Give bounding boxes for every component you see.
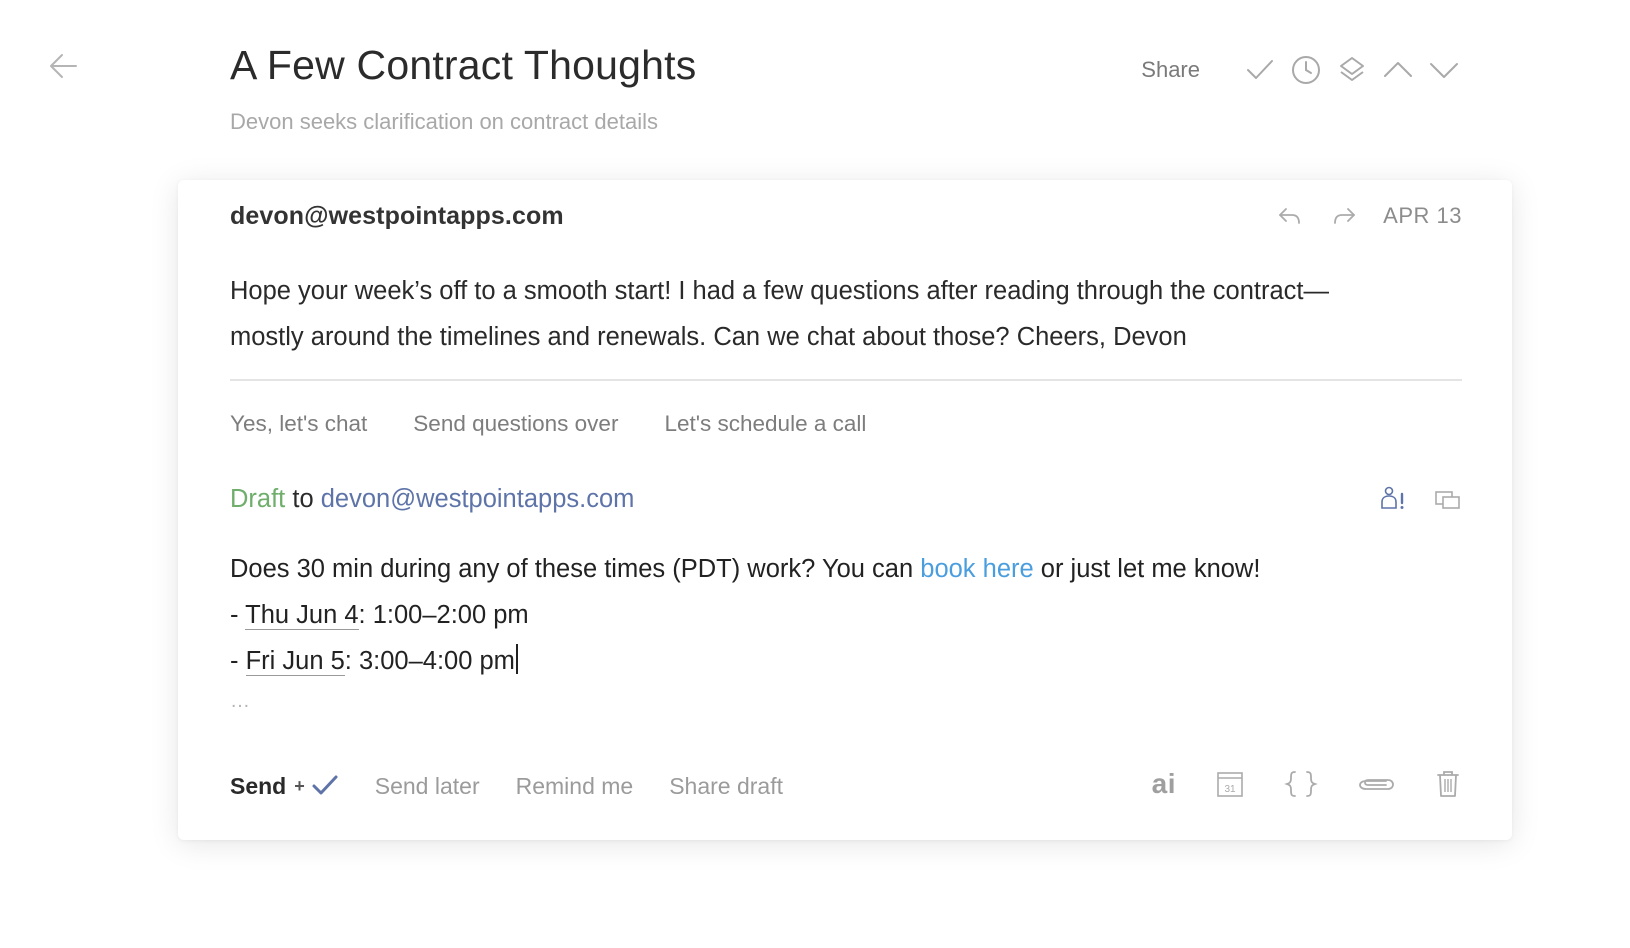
sender-address[interactable]: devon@westpointapps.com xyxy=(230,200,564,232)
insert-calendar-button[interactable]: 31 xyxy=(1214,766,1246,802)
draft-text: Does 30 min during any of these times (P… xyxy=(230,555,921,583)
send-plus: + xyxy=(294,775,305,796)
arrow-left-icon xyxy=(50,54,77,78)
quick-reply-send-questions[interactable]: Send questions over xyxy=(413,408,618,440)
message-card: devon@westpointapps.com APR 13 Hope your… xyxy=(178,180,1512,840)
send-button[interactable]: Send + xyxy=(230,772,339,800)
next-thread-button[interactable] xyxy=(1426,52,1462,88)
reply-icon xyxy=(1279,208,1301,224)
add-recipient-button[interactable] xyxy=(1378,484,1408,514)
message-date: APR 13 xyxy=(1383,203,1462,228)
message-body-line: mostly around the timelines and renewals… xyxy=(230,323,1187,351)
chevron-down-icon xyxy=(1430,63,1458,78)
reply-button[interactable] xyxy=(1275,201,1305,231)
slot-date[interactable]: Thu Jun 4 xyxy=(245,601,359,630)
send-label: Send xyxy=(230,772,287,799)
person-alert-icon xyxy=(1381,486,1404,509)
popout-icon xyxy=(1435,491,1460,509)
calendar-day-label: 31 xyxy=(1224,784,1236,795)
chevron-up-icon xyxy=(1384,62,1412,77)
time-slot-2: - Fri Jun 5: 3:00–4:00 pm xyxy=(230,638,1462,684)
layers-icon xyxy=(1340,57,1364,81)
trash-icon xyxy=(1437,771,1459,797)
draft-actions xyxy=(1354,482,1462,516)
draft-footer: Send + Send later Remind me Share draft xyxy=(230,768,783,804)
forward-icon xyxy=(1334,208,1356,224)
share-button[interactable]: Share xyxy=(1141,57,1200,83)
snippets-button[interactable] xyxy=(1284,766,1318,802)
quick-replies: Yes, let's chat Send questions over Let'… xyxy=(230,408,912,440)
quick-reply-yes-chat[interactable]: Yes, let's chat xyxy=(230,408,367,440)
move-button[interactable] xyxy=(1334,52,1370,88)
check-icon xyxy=(312,775,338,795)
slot-time: : 1:00–2:00 pm xyxy=(358,601,529,629)
divider xyxy=(230,379,1462,381)
message-actions: APR 13 xyxy=(1251,200,1462,232)
draft-text: or just let me know! xyxy=(1033,555,1261,583)
previous-thread-button[interactable] xyxy=(1380,52,1416,88)
attach-button[interactable] xyxy=(1356,766,1396,802)
back-button[interactable] xyxy=(46,48,82,84)
message-body-line: Hope your week’s off to a smooth start! … xyxy=(230,277,1330,305)
draft-header: Draft to devon@westpointapps.com xyxy=(230,482,634,516)
snooze-button[interactable] xyxy=(1288,52,1324,88)
booking-link[interactable]: book here xyxy=(920,555,1033,583)
text-cursor xyxy=(515,644,518,674)
check-icon xyxy=(1247,60,1273,79)
ai-assist-button[interactable]: ai xyxy=(1152,766,1176,802)
draft-to-label: to xyxy=(292,485,314,513)
draft-tools: ai 31 xyxy=(1114,764,1462,804)
mark-done-button[interactable] xyxy=(1242,52,1278,88)
thread-summary: Devon seeks clarification on contract de… xyxy=(230,109,658,134)
slot-prefix: - xyxy=(230,647,246,675)
remind-me-button[interactable]: Remind me xyxy=(516,773,634,800)
popout-draft-button[interactable] xyxy=(1432,484,1462,514)
paperclip-icon xyxy=(1359,779,1394,790)
discard-draft-button[interactable] xyxy=(1434,766,1462,802)
draft-line: Does 30 min during any of these times (P… xyxy=(230,546,1462,592)
calendar-icon: 31 xyxy=(1217,772,1243,797)
forward-button[interactable] xyxy=(1329,201,1359,231)
slot-prefix: - xyxy=(230,601,246,629)
time-slot-1: - Thu Jun 4: 1:00–2:00 pm xyxy=(230,592,1462,638)
thread-toolbar: Share xyxy=(1141,50,1462,90)
share-draft-button[interactable]: Share draft xyxy=(669,773,783,800)
quick-reply-schedule-call[interactable]: Let's schedule a call xyxy=(664,408,866,440)
email-app: A Few Contract Thoughts Devon seeks clar… xyxy=(0,0,1630,948)
clock-icon xyxy=(1292,56,1320,84)
show-quoted-text-button[interactable]: … xyxy=(230,690,252,713)
send-later-button[interactable]: Send later xyxy=(375,773,480,800)
draft-editor[interactable]: Does 30 min during any of these times (P… xyxy=(230,546,1462,684)
draft-label: Draft xyxy=(230,485,286,513)
message-body: Hope your week’s off to a smooth start! … xyxy=(230,268,1462,360)
slot-date[interactable]: Fri Jun 5 xyxy=(245,647,345,676)
slot-time: : 3:00–4:00 pm xyxy=(344,647,515,675)
draft-recipient[interactable]: devon@westpointapps.com xyxy=(321,485,635,513)
braces-icon xyxy=(1284,771,1318,797)
